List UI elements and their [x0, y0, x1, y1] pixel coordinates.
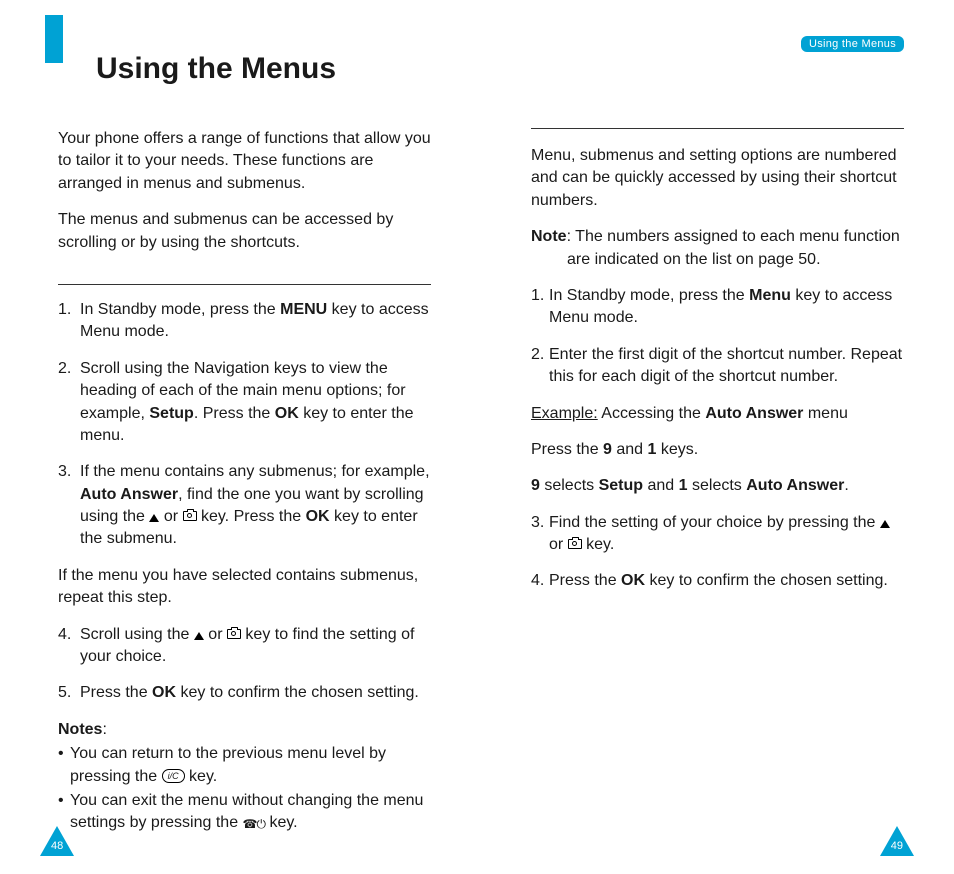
step-4: 4. Press the OK key to confirm the chose…	[531, 570, 904, 592]
content-columns: Your phone offers a range of functions t…	[58, 128, 904, 837]
left-column: Your phone offers a range of functions t…	[58, 128, 431, 837]
up-arrow-icon	[149, 514, 159, 522]
section-tab	[45, 15, 63, 63]
right-column: Menu, submenus and setting options are n…	[531, 128, 904, 837]
step-3: 3. If the menu contains any submenus; fo…	[58, 461, 431, 551]
page-number-right: 49	[891, 840, 903, 852]
step-2: 2. Enter the first digit of the shortcut…	[531, 344, 904, 389]
up-arrow-icon	[194, 632, 204, 640]
intro-paragraph: The menus and submenus can be accessed b…	[58, 209, 431, 254]
step-3: 3. Find the setting of your choice by pr…	[531, 512, 904, 557]
camera-key-icon	[183, 511, 197, 521]
step-1: 1. In Standby mode, press the MENU key t…	[58, 299, 431, 344]
example-line: Example: Accessing the Auto Answer menu	[531, 403, 904, 425]
end-power-key-icon: ☎⏻	[243, 816, 265, 833]
divider	[531, 128, 904, 129]
intro-paragraph: Your phone offers a range of functions t…	[58, 128, 431, 195]
header-pill: Using the Menus	[801, 36, 904, 52]
notes-heading: Notes:	[58, 719, 431, 741]
example-select: 9 selects Setup and 1 selects Auto Answe…	[531, 475, 904, 497]
step-3-sub: If the menu you have selected contains s…	[58, 565, 431, 610]
example-press: Press the 9 and 1 keys.	[531, 439, 904, 461]
note-item: • You can return to the previous menu le…	[58, 743, 431, 788]
cancel-key-icon: i/C	[162, 769, 185, 783]
step-4: 4. Scroll using the or key to find the s…	[58, 624, 431, 669]
step-1: 1. In Standby mode, press the Menu key t…	[531, 285, 904, 330]
camera-key-icon	[568, 539, 582, 549]
page-title: Using the Menus	[96, 52, 336, 86]
up-arrow-icon	[880, 520, 890, 528]
manual-spread: Using the Menus Using the Menus Your pho…	[0, 0, 954, 874]
page-number-left: 48	[51, 840, 63, 852]
divider	[58, 284, 431, 285]
note-block: Note: The numbers assigned to each menu …	[531, 226, 904, 271]
step-2: 2. Scroll using the Navigation keys to v…	[58, 358, 431, 448]
intro-paragraph: Menu, submenus and setting options are n…	[531, 145, 904, 212]
note-item: • You can exit the menu without changing…	[58, 790, 431, 835]
step-5: 5. Press the OK key to confirm the chose…	[58, 682, 431, 704]
camera-key-icon	[227, 629, 241, 639]
